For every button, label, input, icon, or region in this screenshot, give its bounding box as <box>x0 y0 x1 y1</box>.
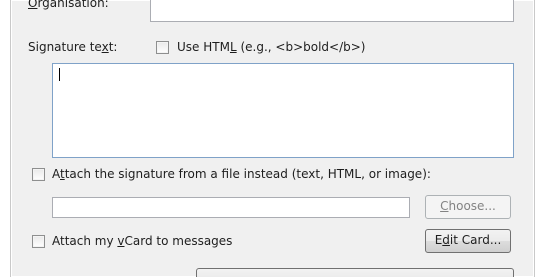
text-cursor <box>59 68 60 81</box>
vcard-label-pre: Attach my <box>52 234 118 248</box>
attach-vcard-checkbox[interactable] <box>32 235 45 248</box>
choose-file-button[interactable]: Choose... <box>425 195 511 219</box>
attach-file-label[interactable]: Attach the signature from a file instead… <box>52 166 431 182</box>
attach-vcard-label[interactable]: Attach my vCard to messages <box>52 233 232 249</box>
vcard-label-accel: v <box>117 234 125 248</box>
choose-button-accel: C <box>440 199 449 213</box>
cut-off-control[interactable] <box>196 268 514 277</box>
attach-file-label-post: tach the signature from a file instead (… <box>64 167 431 181</box>
signature-label-accel: x <box>101 40 109 54</box>
signature-label-pre: Signature te <box>28 40 102 54</box>
signature-text-label: Signature text: <box>28 39 117 55</box>
use-html-label-accel: L <box>229 40 237 54</box>
attach-file-label-pre: A <box>52 167 60 181</box>
use-html-checkbox[interactable] <box>156 41 169 54</box>
signature-file-path-input[interactable] <box>52 197 410 218</box>
use-html-label-post: (e.g., <b>bold</b>) <box>236 40 366 54</box>
organisation-label: Organisation: <box>28 0 109 11</box>
choose-button-rest: hoose... <box>448 199 496 213</box>
use-html-label-pre: Use HTM <box>177 40 230 54</box>
edit-card-accel: d <box>442 233 450 247</box>
window-edge <box>535 0 541 277</box>
organisation-label-rest: rganisation: <box>37 0 109 10</box>
use-html-label[interactable]: Use HTML (e.g., <b>bold</b>) <box>177 39 365 55</box>
signature-label-post: t: <box>108 40 118 54</box>
vcard-label-post: Card to messages <box>124 234 233 248</box>
organisation-input[interactable] <box>150 0 514 22</box>
edit-card-button[interactable]: Edit Card... <box>425 229 511 253</box>
signature-textarea[interactable] <box>52 63 514 158</box>
attach-file-checkbox[interactable] <box>32 168 45 181</box>
edit-card-post: it Card... <box>449 233 502 247</box>
